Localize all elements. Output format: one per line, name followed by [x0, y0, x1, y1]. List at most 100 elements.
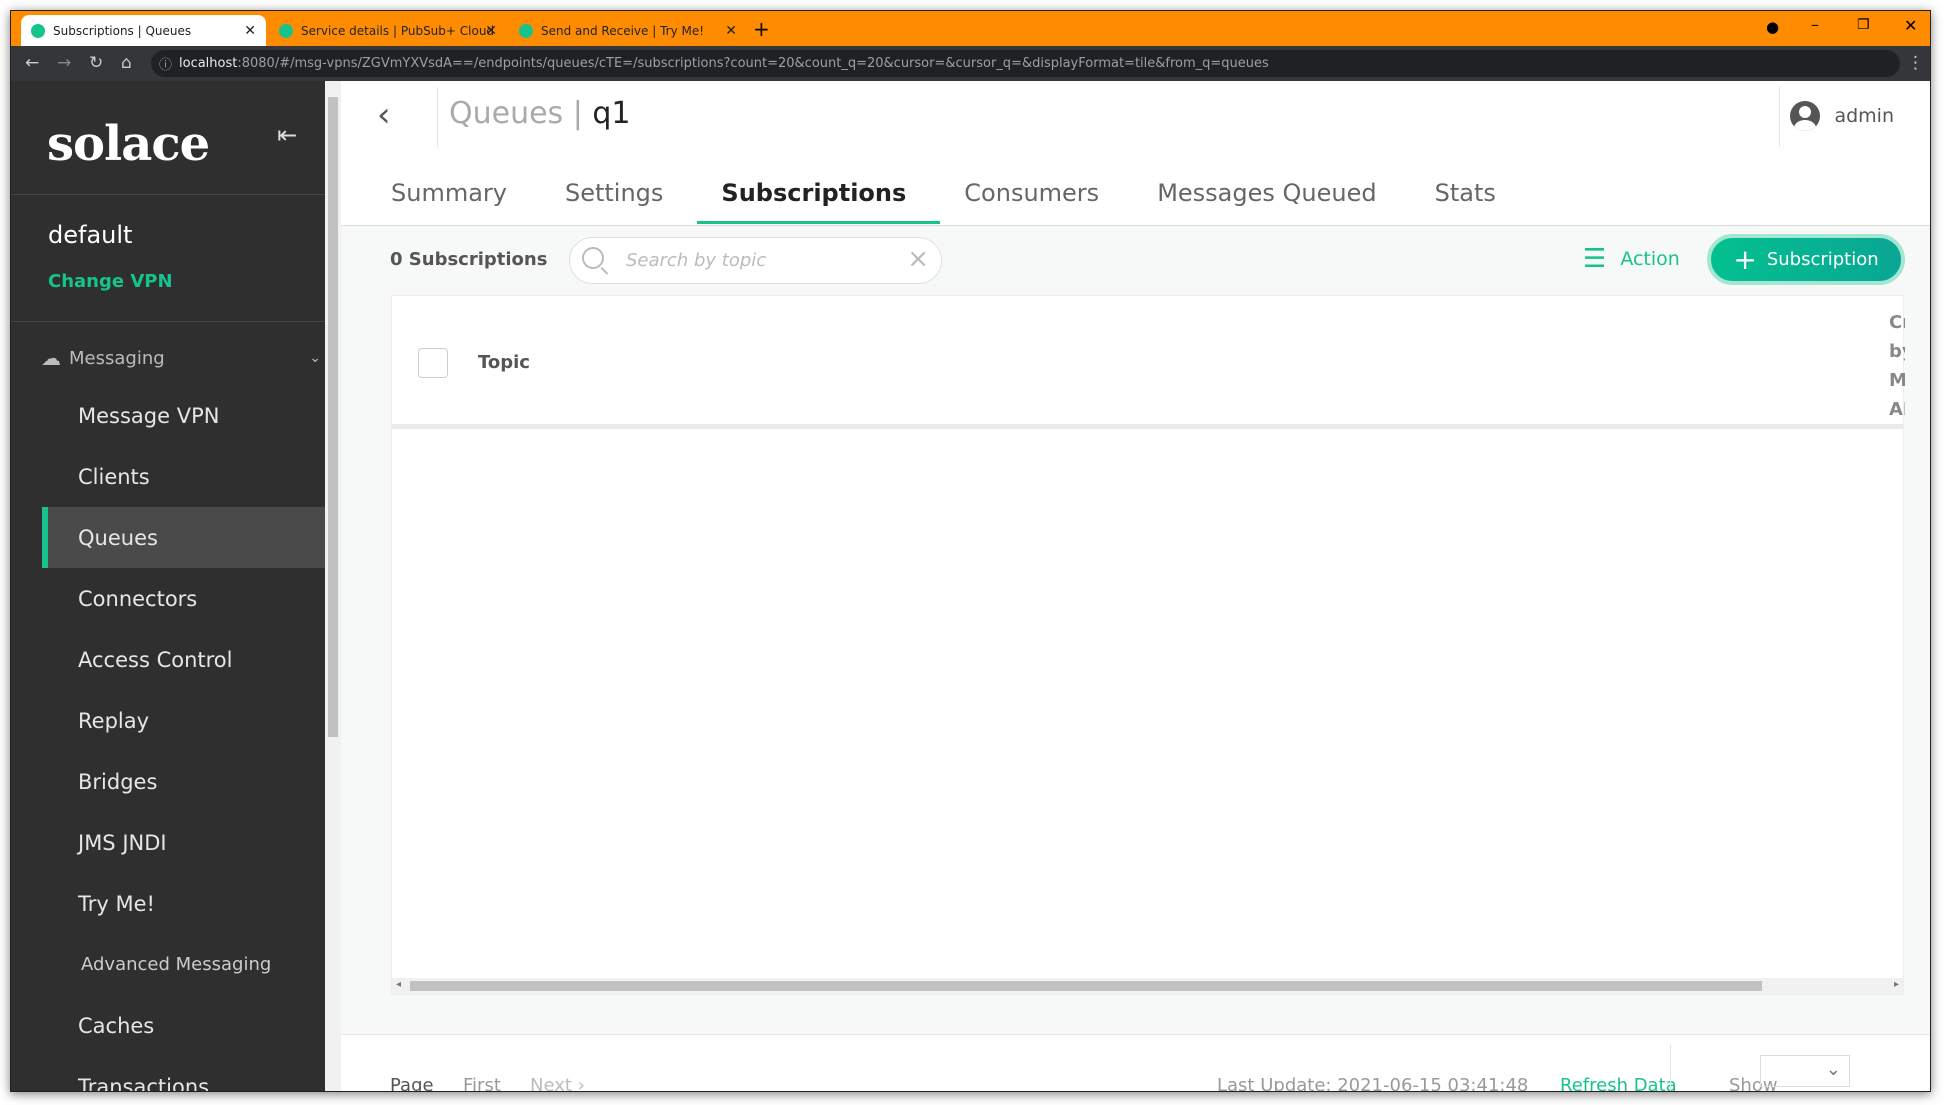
info-icon: ⓘ: [159, 58, 173, 73]
favicon-icon: [519, 23, 533, 38]
breadcrumb-queues[interactable]: Queues: [449, 96, 563, 131]
url-host: localhost: [179, 56, 238, 71]
browser-tab[interactable]: Service details | PubSub+ Cloud ✕: [269, 15, 507, 46]
sidebar-item-queues[interactable]: Queues: [42, 507, 325, 568]
scroll-left-icon[interactable]: ◂: [396, 979, 401, 990]
favicon-icon: [279, 23, 293, 38]
url-path: :8080/#/msg-vpns/ZGVmYXVsdA==/endpoints/…: [237, 56, 1269, 71]
clear-icon[interactable]: ×: [907, 244, 929, 274]
tab-consumers[interactable]: Consumers: [964, 171, 1099, 224]
divider: [11, 194, 325, 195]
table-header: Topic Created by Management API: [392, 296, 1905, 429]
user-menu[interactable]: admin: [1790, 101, 1894, 131]
sidebar-item-access-control[interactable]: Access Control: [11, 629, 325, 690]
select-all-checkbox[interactable]: [418, 348, 448, 378]
subscription-count: 0 Subscriptions: [390, 249, 548, 270]
divider: [1779, 87, 1780, 147]
page-size-select[interactable]: 20⌄: [1760, 1055, 1850, 1087]
scroll-right-icon[interactable]: ▸: [1894, 979, 1899, 990]
browser-window: Subscriptions | Queues ✕ Service details …: [10, 10, 1931, 1092]
minimize-icon[interactable]: –: [1811, 15, 1819, 34]
sidebar-item-replay[interactable]: Replay: [11, 690, 325, 751]
horizontal-scrollbar[interactable]: ◂ ▸: [392, 978, 1903, 994]
next-page-button[interactable]: Next ›: [530, 1075, 585, 1092]
sidebar-item-bridges[interactable]: Bridges: [11, 751, 325, 812]
favicon-icon: [31, 23, 45, 38]
sidebar-scrollbar[interactable]: [325, 81, 341, 1091]
add-subscription-button[interactable]: + Subscription: [1707, 234, 1905, 285]
search-icon: [582, 247, 604, 269]
first-page-button[interactable]: First: [463, 1075, 501, 1091]
sidebar-item-jms-jndi[interactable]: JMS JNDI: [11, 812, 325, 873]
sidebar-item-clients[interactable]: Clients: [11, 446, 325, 507]
solace-logo: solace: [47, 116, 210, 172]
reload-icon[interactable]: ↻: [89, 53, 103, 73]
browser-tab[interactable]: Subscriptions | Queues ✕: [21, 15, 266, 46]
close-icon[interactable]: ✕: [485, 23, 497, 39]
home-icon[interactable]: ⌂: [121, 53, 132, 73]
tab-stats[interactable]: Stats: [1435, 171, 1496, 224]
search-input[interactable]: Search by topic ×: [569, 237, 942, 284]
vpn-name: default: [48, 221, 133, 249]
page-label: Page: [390, 1075, 434, 1092]
tab-list: Summary Settings Subscriptions Consumers Mes…: [391, 171, 1554, 224]
sidebar-item-transactions[interactable]: Transactions: [11, 1056, 325, 1092]
cloud-icon: ☁: [41, 346, 61, 370]
plus-icon: +: [1733, 242, 1757, 276]
back-arrow-icon[interactable]: ‹: [377, 95, 391, 135]
chevron-down-icon: ⌄: [309, 350, 321, 366]
action-button[interactable]: ☰ Action: [1583, 244, 1680, 274]
divider: [437, 87, 438, 147]
next-label: Next: [530, 1075, 572, 1092]
tab-messages-queued[interactable]: Messages Queued: [1157, 171, 1376, 224]
sidebar-item-caches[interactable]: Caches: [11, 995, 325, 1056]
subscriptions-table: Topic Created by Management API ◂▸: [391, 295, 1905, 995]
chevron-down-icon: ⌄: [1825, 1059, 1841, 1080]
new-tab-icon[interactable]: +: [753, 17, 770, 41]
last-update: Last Update: 2021-06-15 03:41:48: [1217, 1075, 1529, 1092]
breadcrumb-separator: |: [572, 96, 583, 131]
tab-summary[interactable]: Summary: [391, 171, 507, 224]
divider: [11, 321, 325, 322]
column-header-topic[interactable]: Topic: [478, 352, 530, 373]
main-content: ‹ Queues | q1 admin Summary Settings Subsc…: [341, 81, 1930, 1091]
browser-tab[interactable]: Send and Receive | Try Me! ✕: [509, 15, 747, 46]
user-name: admin: [1834, 105, 1894, 127]
close-icon[interactable]: ✕: [244, 23, 256, 39]
action-label: Action: [1620, 248, 1680, 270]
sidebar-item-message-vpn[interactable]: Message VPN: [11, 385, 325, 446]
sidebar: solace ⇤ default Change VPN ☁ Messaging ⌄ …: [11, 81, 325, 1091]
sidebar-item-connectors[interactable]: Connectors: [11, 568, 325, 629]
column-header-created-by[interactable]: Created by Management API: [1889, 308, 1905, 424]
menu-icon[interactable]: ⋮: [1907, 53, 1924, 73]
window-close-icon[interactable]: ✕: [1904, 16, 1917, 35]
queue-name: q1: [592, 96, 631, 131]
tab-title: Subscriptions | Queues: [53, 23, 192, 38]
chevron-right-icon: ›: [577, 1075, 585, 1092]
back-icon[interactable]: ←: [25, 53, 39, 73]
sidebar-section-messaging[interactable]: ☁ Messaging ⌄: [41, 346, 321, 370]
add-subscription-label: Subscription: [1766, 249, 1879, 270]
section-label: Messaging: [69, 347, 165, 369]
page-title: Queues | q1: [449, 96, 631, 131]
forward-icon[interactable]: →: [57, 53, 71, 73]
search-placeholder: Search by topic: [626, 250, 767, 271]
page-header: ‹ Queues | q1 admin Summary Settings Subsc…: [341, 81, 1930, 226]
sidebar-item-try-me[interactable]: Try Me!: [11, 873, 325, 934]
tab-subscriptions[interactable]: Subscriptions: [697, 171, 941, 224]
refresh-data-button[interactable]: Refresh Data: [1560, 1075, 1677, 1091]
change-vpn-link[interactable]: Change VPN: [48, 271, 173, 292]
tab-title: Send and Receive | Try Me!: [541, 23, 705, 38]
tab-settings[interactable]: Settings: [565, 171, 663, 224]
tab-title: Service details | PubSub+ Cloud: [301, 23, 495, 38]
sidebar-item-advanced-messaging[interactable]: Advanced Messaging: [11, 934, 325, 995]
url-input[interactable]: ⓘ localhost:8080/#/msg-vpns/ZGVmYXVsdA==/…: [151, 50, 1900, 77]
close-icon[interactable]: ✕: [725, 23, 737, 39]
sliders-icon: ☰: [1583, 244, 1607, 274]
address-bar: ← → ↻ ⌂ ⓘ localhost:8080/#/msg-vpns/ZGVmY…: [11, 46, 1930, 81]
collapse-sidebar-icon[interactable]: ⇤: [277, 121, 297, 149]
pagination-footer: Page First Next › Last Update: 2021-06-1…: [341, 1034, 1930, 1091]
browser-tab-bar: Subscriptions | Queues ✕ Service details …: [11, 11, 1930, 46]
restore-icon[interactable]: ❐: [1857, 17, 1870, 33]
profile-dropdown-icon[interactable]: ●: [1766, 18, 1779, 36]
